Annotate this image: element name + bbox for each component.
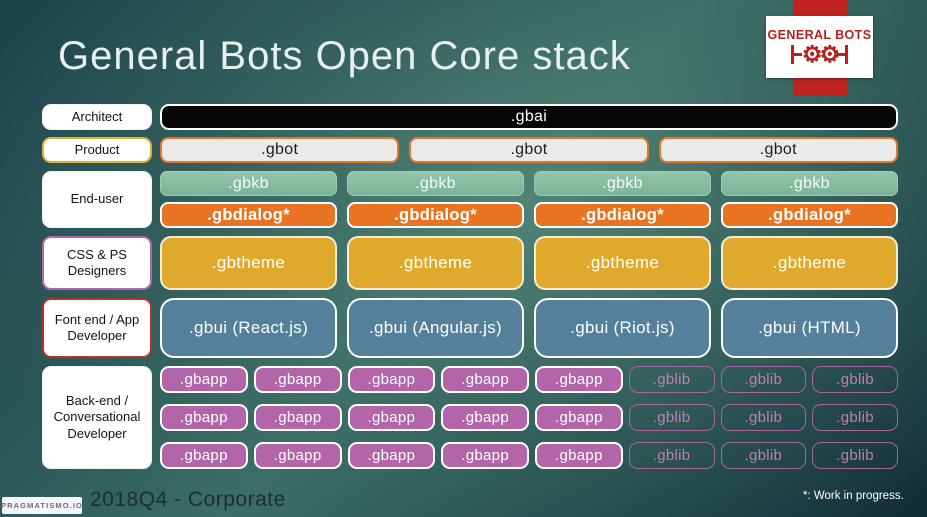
gblib-box: .gblib	[812, 442, 898, 469]
gbtheme-box: .gbtheme	[721, 236, 898, 290]
general-bots-logo: GENERAL BOTS ⚙⚙	[766, 16, 873, 78]
gbkb-box: .gbkb	[347, 171, 524, 196]
row-frontend: Font end / App Developer .gbui (React.js…	[42, 298, 898, 358]
stack-table: Architect .gbai Product .gbot .gbot .gbo…	[42, 104, 898, 469]
gbui-box: .gbui (Angular.js)	[347, 298, 524, 358]
gbot-box: .gbot	[160, 137, 400, 163]
general-bots-gears-icon: ⚙⚙	[790, 41, 849, 67]
gblib-box: .gblib	[628, 366, 715, 393]
label-designers: CSS & PS Designers	[42, 236, 152, 290]
gear-end-left	[790, 45, 802, 64]
gblib-box: .gblib	[720, 404, 807, 431]
gbdialog-box: .gbdialog*	[347, 202, 524, 228]
gbapp-box: .gbapp	[253, 404, 342, 431]
work-in-progress-footnote: *: Work in progress.	[803, 490, 904, 502]
label-architect: Architect	[42, 104, 152, 130]
gbapp-box: .gbapp	[160, 404, 248, 431]
slide: General Bots Open Core stack GENERAL BOT…	[0, 0, 927, 517]
row-product: Product .gbot .gbot .gbot	[42, 137, 898, 163]
gbdialog-box: .gbdialog*	[721, 202, 898, 228]
pragmatismo-badge: PRAGMATISMO.IO	[1, 497, 82, 514]
gbkb-box: .gbkb	[534, 171, 711, 196]
gbui-box: .gbui (HTML)	[721, 298, 898, 358]
gbapp-box: .gbapp	[347, 366, 436, 393]
gbdialog-box: .gbdialog*	[160, 202, 337, 228]
gblib-box: .gblib	[720, 442, 807, 469]
label-end-user: End-user	[42, 171, 152, 228]
gbapp-box: .gbapp	[441, 442, 529, 469]
gbui-box: .gbui (React.js)	[160, 298, 337, 358]
page-title: General Bots Open Core stack	[58, 34, 631, 78]
gblib-box: .gblib	[812, 366, 898, 393]
gbapp-box: .gbapp	[253, 366, 342, 393]
gears-glyph: ⚙⚙	[801, 41, 840, 67]
gbapp-box: .gbapp	[535, 442, 623, 469]
gbapp-box: .gbapp	[347, 404, 436, 431]
gbapp-box: .gbapp	[535, 366, 623, 393]
gbkb-box: .gbkb	[160, 171, 337, 196]
logo-title: GENERAL BOTS	[767, 28, 872, 42]
gbui-box: .gbui (Riot.js)	[534, 298, 711, 358]
gbapp-box: .gbapp	[535, 404, 623, 431]
gbapp-box: .gbapp	[160, 442, 248, 469]
label-product: Product	[42, 137, 152, 163]
gbtheme-box: .gbtheme	[347, 236, 524, 290]
row-architect: Architect .gbai	[42, 104, 898, 130]
row-designers: CSS & PS Designers .gbtheme .gbtheme .gb…	[42, 236, 898, 290]
gblib-box: .gblib	[628, 404, 715, 431]
gbtheme-box: .gbtheme	[534, 236, 711, 290]
gbtheme-box: .gbtheme	[160, 236, 337, 290]
gbapp-box: .gbapp	[160, 366, 248, 393]
row-enduser: End-user .gbkb .gbkb .gbkb .gbkb .gbdial…	[42, 171, 898, 228]
gbai-bar: .gbai	[160, 104, 898, 130]
gear-end-right	[837, 45, 849, 64]
gbapp-box: .gbapp	[441, 404, 529, 431]
gbapp-box: .gbapp	[347, 442, 436, 469]
gblib-box: .gblib	[720, 366, 807, 393]
label-frontend: Font end / App Developer	[42, 298, 152, 358]
gbot-box: .gbot	[658, 137, 898, 163]
gbapp-box: .gbapp	[441, 366, 529, 393]
row-backend: Back-end / Conversational Developer .gba…	[42, 366, 898, 469]
gbdialog-box: .gbdialog*	[534, 202, 711, 228]
label-backend: Back-end / Conversational Developer	[42, 366, 152, 469]
gbot-box: .gbot	[409, 137, 649, 163]
gblib-box: .gblib	[628, 442, 715, 469]
gblib-box: .gblib	[812, 404, 898, 431]
gbapp-box: .gbapp	[253, 442, 342, 469]
footer-caption: 2018Q4 - Corporate	[90, 488, 286, 511]
gbkb-box: .gbkb	[721, 171, 898, 196]
